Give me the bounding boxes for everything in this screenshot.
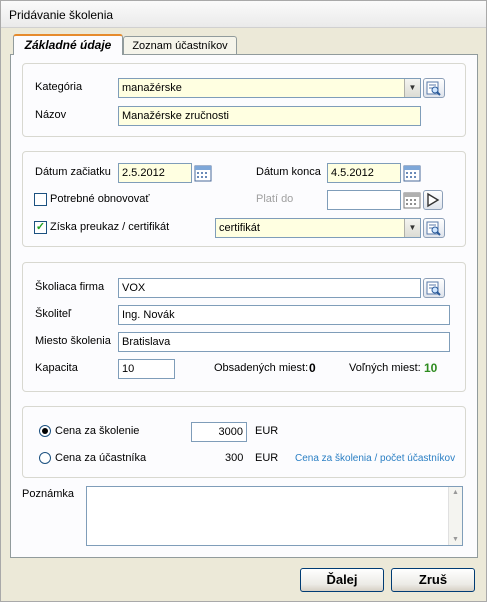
price-per-participant-radio[interactable]: [39, 452, 51, 464]
calendar-icon[interactable]: [403, 164, 421, 182]
end-date-value: 4.5.2012: [331, 167, 374, 179]
name-value: Manažérske zručnosti: [122, 110, 229, 122]
price-per-training-value: 3000: [218, 426, 243, 438]
magnifier-list-icon: [426, 221, 441, 236]
free-count: 10: [424, 361, 438, 375]
category-label: Kategória: [35, 81, 83, 93]
end-date-label: Dátum konca: [256, 166, 321, 178]
price-per-participant-label: Cena za účastníka: [55, 452, 147, 464]
next-button-label: Ďalej: [326, 572, 358, 587]
tab-participants[interactable]: Zoznam účastníkov: [123, 36, 237, 56]
valid-until-compute-button[interactable]: [423, 190, 443, 210]
group-basic: Kategória manažérske ▼ Názov Manažérske …: [22, 63, 466, 137]
tab-participants-label: Zoznam účastníkov: [132, 40, 228, 52]
certificate-browse-button[interactable]: [423, 218, 445, 238]
place-value: Bratislava: [122, 336, 171, 348]
category-value: manažérske: [122, 82, 182, 94]
name-input[interactable]: Manažérske zručnosti: [118, 106, 421, 126]
certificate-label: Získa preukaz / certifikát: [50, 221, 170, 233]
cancel-button-label: Zruš: [418, 572, 448, 587]
price-per-training-input[interactable]: 3000: [191, 422, 247, 442]
chevron-down-icon[interactable]: ▼: [404, 219, 420, 237]
calendar-icon[interactable]: [403, 191, 421, 209]
group-price: Cena za školenie 3000 EUR Cena za účastn…: [22, 406, 466, 478]
title-bar[interactable]: Pridávanie školenia: [1, 1, 486, 28]
renew-label: Potrebné obnovovať: [50, 193, 150, 205]
tab-panel: Kategória manažérske ▼ Názov Manažérske …: [10, 54, 478, 558]
place-input[interactable]: Bratislava: [118, 332, 450, 352]
magnifier-list-icon: [426, 281, 441, 296]
scroll-up-icon[interactable]: ▲: [452, 489, 459, 496]
tab-basic-info[interactable]: Základné údaje: [13, 34, 123, 55]
price-per-training-radio[interactable]: [39, 425, 51, 437]
certificate-type-select[interactable]: certifikát ▼: [215, 218, 421, 238]
trainer-label: Školiteľ: [35, 308, 72, 320]
free-label: Voľných miest:: [349, 362, 421, 374]
place-label: Miesto školenia: [35, 335, 111, 347]
note-textarea[interactable]: ▲ ▼: [86, 486, 463, 546]
window-title: Pridávanie školenia: [9, 8, 114, 22]
end-date-input[interactable]: 4.5.2012: [327, 163, 401, 183]
dialog-window: Pridávanie školenia Základné údaje Zozna…: [0, 0, 487, 602]
price-per-participant-currency: EUR: [255, 452, 279, 464]
category-select[interactable]: manažérske ▼: [118, 78, 421, 98]
trainer-input[interactable]: Ing. Novák: [118, 305, 450, 325]
company-value: VOX: [122, 282, 146, 294]
scroll-down-icon[interactable]: ▼: [452, 536, 459, 543]
certificate-type-value: certifikát: [219, 222, 260, 234]
valid-until-input[interactable]: [327, 190, 401, 210]
start-date-value: 2.5.2012: [122, 167, 165, 179]
capacity-input[interactable]: 10: [118, 359, 175, 379]
calendar-icon[interactable]: [194, 164, 212, 182]
category-browse-button[interactable]: [423, 78, 445, 98]
group-provider: Školiaca firma VOX Školiteľ Ing. Novák M…: [22, 262, 466, 392]
company-browse-button[interactable]: [423, 278, 445, 298]
price-per-training-currency: EUR: [255, 425, 279, 437]
next-button[interactable]: Ďalej: [300, 568, 384, 592]
price-formula-link[interactable]: Cena za školenia / počet účastníkov: [295, 453, 455, 464]
note-scrollbar[interactable]: ▲ ▼: [448, 487, 462, 545]
company-label: Školiaca firma: [35, 281, 105, 293]
occupied-count: 0: [309, 361, 316, 375]
capacity-label: Kapacita: [35, 362, 78, 374]
company-input[interactable]: VOX: [118, 278, 421, 298]
valid-until-label: Platí do: [256, 193, 294, 205]
capacity-value: 10: [122, 363, 135, 375]
cancel-button[interactable]: Zruš: [391, 568, 475, 592]
price-per-participant-value: 300: [225, 452, 244, 464]
note-label: Poznámka: [22, 488, 74, 500]
chevron-down-icon[interactable]: ▼: [404, 79, 420, 97]
name-label: Názov: [35, 109, 67, 121]
group-dates: Dátum začiatku 2.5.2012 Dátum konca 4.5.…: [22, 151, 466, 247]
tab-basic-info-label: Základné údaje: [24, 38, 112, 52]
magnifier-list-icon: [426, 81, 441, 96]
arrow-right-icon: [427, 192, 440, 208]
start-date-label: Dátum začiatku: [35, 166, 111, 178]
certificate-checkbox[interactable]: ✓: [34, 221, 47, 234]
trainer-value: Ing. Novák: [122, 309, 175, 321]
price-per-training-label: Cena za školenie: [55, 425, 140, 437]
start-date-input[interactable]: 2.5.2012: [118, 163, 192, 183]
renew-checkbox[interactable]: [34, 193, 47, 206]
occupied-label: Obsadených miest:: [214, 362, 309, 374]
